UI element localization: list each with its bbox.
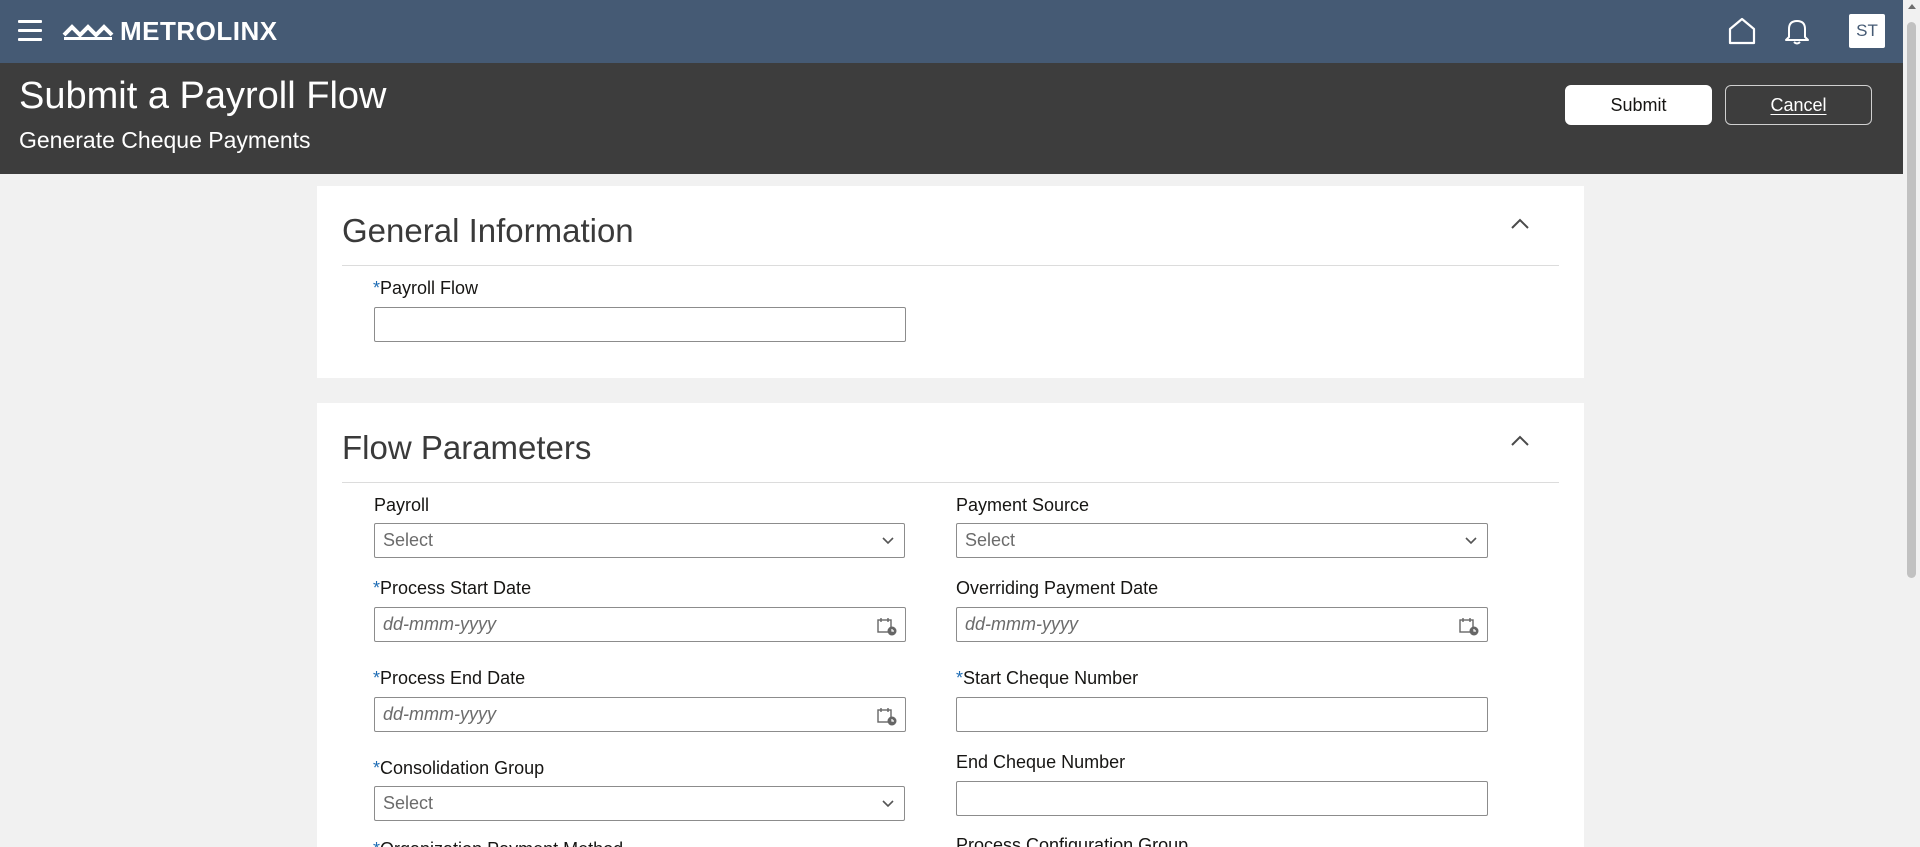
general-information-section: General Information *Payroll Flow [317, 186, 1584, 378]
scrollbar-thumb[interactable] [1907, 22, 1916, 578]
payroll-label: Payroll [374, 495, 430, 515]
submit-button[interactable]: Submit [1565, 85, 1712, 125]
payroll-flow-label: *Payroll Flow [373, 278, 479, 298]
process-configuration-group-label: Process Configuration Group [956, 835, 1189, 847]
bell-icon[interactable] [1783, 16, 1811, 46]
brand-logo[interactable]: METROLINX [62, 14, 278, 48]
payroll-flow-input[interactable] [374, 307, 906, 342]
overriding-payment-date-label: Overriding Payment Date [956, 578, 1159, 598]
end-cheque-number-input[interactable] [956, 781, 1488, 816]
chevron-up-icon[interactable] [1508, 429, 1532, 453]
flow-parameters-section: Flow Parameters Payroll Select Payment S… [317, 403, 1584, 847]
section-title: General Information [342, 212, 634, 249]
section-divider [342, 265, 1559, 266]
payment-source-label: Payment Source [956, 495, 1090, 515]
page-subtitle: Generate Cheque Payments [19, 127, 311, 153]
start-cheque-number-label: *Start Cheque Number [956, 668, 1139, 688]
scroll-up-arrow-icon[interactable] [1908, 4, 1916, 9]
payment-source-select[interactable]: Select [956, 523, 1488, 558]
process-start-date-label: *Process Start Date [373, 578, 532, 598]
process-start-date-input[interactable]: dd-mmm-yyyy [374, 607, 906, 642]
calendar-icon[interactable] [875, 705, 899, 727]
calendar-icon[interactable] [875, 615, 899, 637]
start-cheque-number-input[interactable] [956, 697, 1488, 732]
page-scrollbar[interactable] [1903, 0, 1920, 847]
hamburger-icon[interactable] [18, 20, 42, 42]
chevron-down-icon [882, 800, 894, 808]
top-bar: METROLINX ST [0, 0, 1903, 63]
consolidation-group-select[interactable]: Select [374, 786, 905, 821]
payroll-select[interactable]: Select [374, 523, 905, 558]
overriding-payment-date-input[interactable]: dd-mmm-yyyy [956, 607, 1488, 642]
avatar[interactable]: ST [1849, 14, 1885, 48]
chevron-up-icon[interactable] [1508, 212, 1532, 236]
page-header: Submit a Payroll Flow Generate Cheque Pa… [0, 63, 1903, 174]
section-divider [342, 482, 1559, 483]
consolidation-group-label: *Consolidation Group [373, 758, 545, 778]
brand-name: METROLINX [120, 15, 278, 46]
chevron-down-icon [1465, 537, 1477, 545]
home-icon[interactable] [1727, 16, 1757, 46]
cancel-button[interactable]: Cancel [1725, 85, 1872, 125]
calendar-icon[interactable] [1457, 615, 1481, 637]
chevron-down-icon [882, 537, 894, 545]
process-end-date-label: *Process End Date [373, 668, 526, 688]
organization-payment-method-label: *Organization Payment Method [373, 839, 623, 847]
end-cheque-number-label: End Cheque Number [956, 752, 1126, 772]
metrolinx-logo-icon [62, 24, 114, 40]
page-title: Submit a Payroll Flow [19, 75, 387, 117]
section-title: Flow Parameters [342, 429, 592, 466]
process-end-date-input[interactable]: dd-mmm-yyyy [374, 697, 906, 732]
